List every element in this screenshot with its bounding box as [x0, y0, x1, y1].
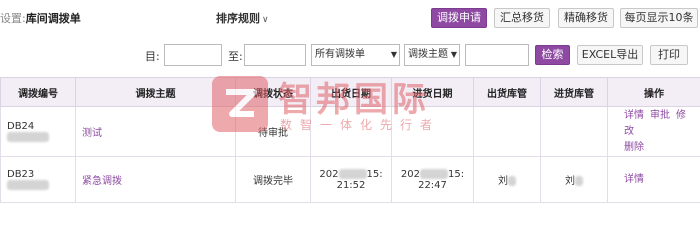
- sort-rule-dropdown[interactable]: 排序规则 ∨: [216, 10, 269, 26]
- breadcrumb-prefix: 设置:: [0, 12, 26, 25]
- redacted-text: [575, 176, 583, 186]
- in-date-cell: 202 15: 22:47: [391, 156, 474, 203]
- redacted-text: [7, 179, 49, 190]
- date-to-label: 至:: [228, 50, 243, 63]
- transfer-type-select[interactable]: 所有调拨单 ▼: [311, 44, 400, 66]
- out-date-hour: 15:: [366, 168, 383, 180]
- transfer-id: DB23: [7, 168, 35, 180]
- subject-link[interactable]: 紧急调拨: [82, 176, 122, 187]
- transfer-id-cell: DB23: [0, 156, 76, 203]
- column-header[interactable]: 调拨主题: [75, 77, 236, 107]
- transfer-id-cell: DB24: [0, 106, 76, 157]
- in-keeper-cell: 刘: [540, 156, 608, 203]
- redacted-text: [7, 131, 49, 142]
- out-date-cell: 202 15: 21:52: [310, 156, 392, 203]
- subject-link[interactable]: 测试: [82, 128, 102, 139]
- search-button[interactable]: 检索: [535, 45, 570, 65]
- filter-bar: 目: 至: 所有调拨单 ▼ 调拨主题 ▼ 检索 EXCEL导出 打印: [0, 44, 700, 72]
- in-time: 22:47: [418, 179, 447, 191]
- in-date-prefix: 202: [400, 168, 420, 180]
- summary-transfer-button[interactable]: 汇总移货: [494, 8, 550, 28]
- column-header[interactable]: 调拨编号: [0, 77, 76, 107]
- in-keeper-name: 刘: [565, 176, 575, 187]
- dropdown-arrow-icon: ▼: [450, 50, 457, 59]
- column-header[interactable]: 调拨状态: [235, 77, 311, 107]
- breadcrumb: 设置:库间调拨单: [0, 10, 81, 26]
- table-row: DB23 紧急调拨 调拨完毕 202 15: 21:52 202 15: 22:47 刘…: [0, 156, 700, 203]
- actions-cell: 详情 审批 修改 删除: [607, 106, 700, 157]
- redacted-text: [338, 168, 367, 179]
- column-header[interactable]: 进货日期: [391, 77, 474, 107]
- date-from-input[interactable]: [164, 44, 222, 66]
- sort-rule-label: 排序规则: [216, 12, 260, 25]
- out-time: 21:52: [336, 179, 366, 191]
- date-to-input[interactable]: [244, 44, 306, 66]
- table-header-row: 调拨编号 调拨主题 调拨状态 出货日期 进货日期 出货库管 进货库管 操作: [0, 77, 700, 107]
- column-header[interactable]: 出货日期: [310, 77, 392, 107]
- redacted-text: [508, 176, 516, 186]
- out-date-prefix: 202: [319, 168, 339, 180]
- table-row: DB24 测试 待审批 详情 审批 修改 删除: [0, 106, 700, 157]
- precise-transfer-button[interactable]: 精确移货: [558, 8, 614, 28]
- in-date-hour: 15:: [448, 168, 465, 180]
- out-date-cell: [310, 106, 392, 157]
- search-input[interactable]: [465, 44, 529, 66]
- out-keeper-cell: 刘: [473, 156, 541, 203]
- search-field-select[interactable]: 调拨主题 ▼: [404, 44, 460, 66]
- status-cell: 待审批: [235, 106, 311, 157]
- chevron-down-icon: ∨: [262, 15, 269, 25]
- delete-link[interactable]: 删除: [624, 142, 644, 153]
- subject-cell: 紧急调拨: [75, 156, 236, 203]
- transfer-type-value: 所有调拨单: [315, 49, 365, 60]
- out-keeper-name: 刘: [498, 176, 508, 187]
- date-from-label: 目:: [145, 50, 160, 63]
- actions-cell: 详情: [607, 156, 700, 203]
- excel-export-button[interactable]: EXCEL导出: [577, 45, 643, 65]
- subject-cell: 测试: [75, 106, 236, 157]
- per-page-select[interactable]: 每页显示10条: [620, 8, 698, 28]
- page-title: 库间调拨单: [25, 12, 81, 25]
- approve-link[interactable]: 审批: [650, 110, 670, 121]
- column-header: 操作: [607, 77, 700, 107]
- details-link[interactable]: 详情: [624, 110, 644, 121]
- top-toolbar: 设置:库间调拨单 排序规则 ∨ 调拨申请 汇总移货 精确移货 每页显示10条: [0, 0, 700, 33]
- in-keeper-cell: [540, 106, 608, 157]
- transfer-id: DB24: [7, 120, 35, 132]
- print-button[interactable]: 打印: [650, 45, 688, 65]
- status-cell: 调拨完毕: [235, 156, 311, 203]
- search-field-value: 调拨主题: [408, 49, 448, 60]
- out-keeper-cell: [473, 106, 541, 157]
- transfer-table: 调拨编号 调拨主题 调拨状态 出货日期 进货日期 出货库管 进货库管 操作 DB…: [0, 77, 700, 203]
- column-header[interactable]: 出货库管: [473, 77, 541, 107]
- in-date-cell: [391, 106, 474, 157]
- details-link[interactable]: 详情: [624, 174, 644, 185]
- dropdown-arrow-icon: ▼: [390, 50, 397, 59]
- column-header[interactable]: 进货库管: [540, 77, 608, 107]
- redacted-text: [420, 168, 448, 179]
- transfer-request-button[interactable]: 调拨申请: [431, 8, 487, 28]
